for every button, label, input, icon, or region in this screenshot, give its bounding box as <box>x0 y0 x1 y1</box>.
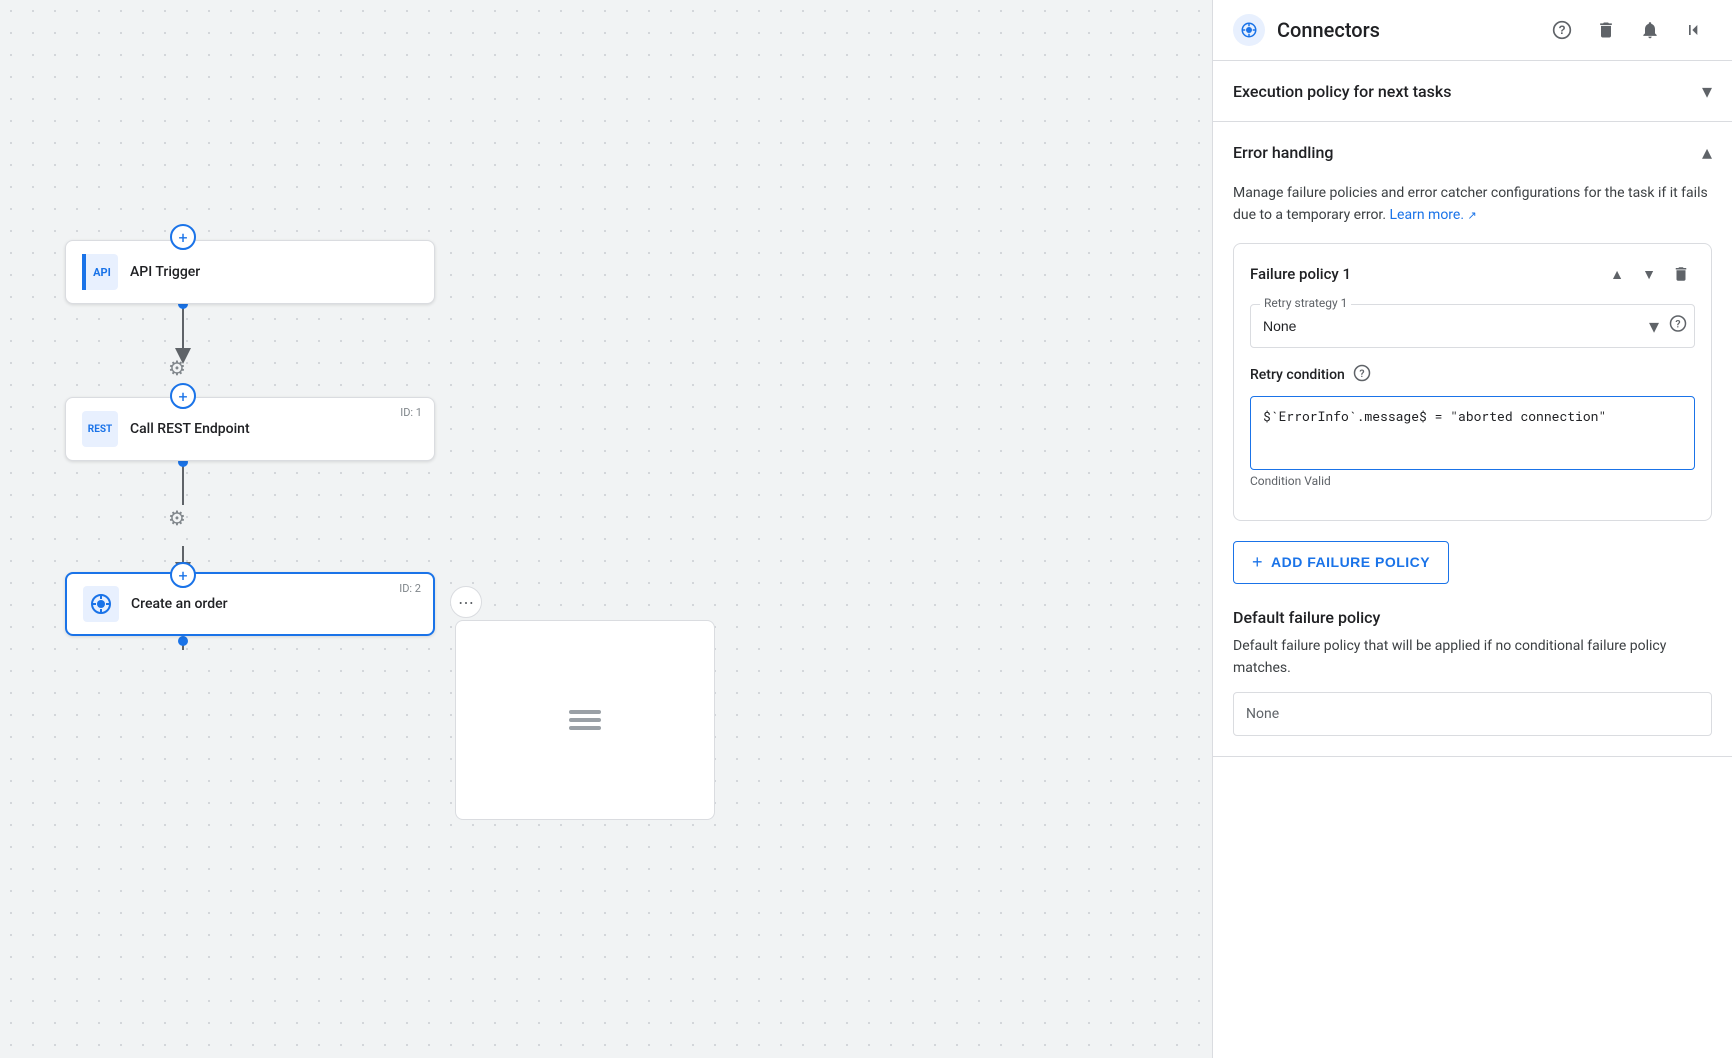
external-link-icon: ↗ <box>1468 209 1477 222</box>
connector-icon <box>83 586 119 622</box>
delete-btn[interactable] <box>1588 12 1624 48</box>
default-failure-policy: Default failure policy Default failure p… <box>1233 608 1712 736</box>
policy-controls: ▲ ▼ <box>1603 260 1695 288</box>
add-failure-policy-btn[interactable]: + ADD FAILURE POLICY <box>1233 541 1449 584</box>
policy-down-btn[interactable]: ▼ <box>1635 260 1663 288</box>
retry-condition-header: Retry condition ? <box>1250 364 1695 386</box>
add-failure-btn-label: ADD FAILURE POLICY <box>1271 554 1430 570</box>
retry-strategy-select[interactable]: None <box>1250 304 1695 348</box>
retry-strategy-label: Retry strategy 1 <box>1260 296 1351 310</box>
panel-header-actions: ? <box>1544 12 1712 48</box>
default-policy-title: Default failure policy <box>1233 608 1712 627</box>
more-options-btn[interactable]: ⋯ <box>450 586 482 618</box>
retry-strategy-field: Retry strategy 1 None ▾ ? <box>1250 304 1695 348</box>
create-order-node[interactable]: Create an order ID: 2 <box>65 572 435 636</box>
svg-text:?: ? <box>1558 24 1565 37</box>
default-policy-desc: Default failure policy that will be appl… <box>1233 635 1712 680</box>
gear-icon-2[interactable]: ⚙ <box>168 506 186 530</box>
condition-textarea[interactable] <box>1263 407 1682 455</box>
create-order-label: Create an order <box>131 596 228 612</box>
collapse-btn[interactable] <box>1676 12 1712 48</box>
rest-icon: REST <box>82 411 118 447</box>
api-trigger-label: API Trigger <box>130 264 200 280</box>
learn-more-link[interactable]: Learn more. <box>1390 207 1465 223</box>
rest-node[interactable]: REST Call REST Endpoint ID: 1 <box>65 397 435 461</box>
retry-condition-label: Retry condition <box>1250 367 1345 383</box>
retry-condition-help-icon[interactable]: ? <box>1353 364 1371 386</box>
panel-header: Connectors ? <box>1213 0 1732 61</box>
default-policy-dropdown[interactable]: None <box>1233 692 1712 736</box>
failure-policy-1-header: Failure policy 1 ▲ ▼ <box>1250 260 1695 288</box>
workflow-canvas[interactable]: + API API Trigger ⚙ + REST Call REST End… <box>0 0 1212 1058</box>
condition-valid-status: Condition Valid <box>1250 474 1695 488</box>
create-order-node-id: ID: 2 <box>399 582 421 595</box>
execution-policy-header[interactable]: Execution policy for next tasks ▾ <box>1213 61 1732 121</box>
failure-policy-1-box: Failure policy 1 ▲ ▼ Retry strategy 1 No… <box>1233 243 1712 521</box>
panel-connector-icon <box>1233 14 1265 46</box>
failure-policy-1-title: Failure policy 1 <box>1250 265 1603 283</box>
rest-label: Call REST Endpoint <box>130 421 250 437</box>
bell-btn[interactable] <box>1632 12 1668 48</box>
execution-policy-title: Execution policy for next tasks <box>1233 82 1702 101</box>
add-node-btn-2[interactable]: + <box>170 562 196 588</box>
right-panel: Connectors ? Execution policy for next t… <box>1212 0 1732 1058</box>
svg-text:?: ? <box>1359 367 1364 380</box>
help-btn[interactable]: ? <box>1544 12 1580 48</box>
error-handling-section: Error handling ▴ Manage failure policies… <box>1213 122 1732 757</box>
panel-title: Connectors <box>1277 18 1532 42</box>
condition-textarea-wrapper <box>1250 396 1695 470</box>
api-trigger-node[interactable]: API API Trigger <box>65 240 435 304</box>
rest-node-id: ID: 1 <box>400 406 422 419</box>
add-node-btn-top[interactable]: + <box>170 224 196 250</box>
error-handling-title: Error handling <box>1233 143 1702 162</box>
policy-up-btn[interactable]: ▲ <box>1603 260 1631 288</box>
error-chevron-icon: ▴ <box>1702 140 1712 164</box>
svg-text:?: ? <box>1675 317 1680 330</box>
retry-strategy-help-icon[interactable]: ? <box>1669 314 1687 337</box>
bottom-card <box>455 620 715 820</box>
execution-chevron-icon: ▾ <box>1702 79 1712 103</box>
error-description: Manage failure policies and error catche… <box>1233 182 1712 227</box>
gear-icon-1[interactable]: ⚙ <box>168 356 186 380</box>
error-handling-content: Manage failure policies and error catche… <box>1213 182 1732 756</box>
default-policy-placeholder: None <box>1246 706 1279 722</box>
execution-policy-section: Execution policy for next tasks ▾ <box>1213 61 1732 122</box>
api-icon: API <box>82 254 118 290</box>
menu-icon <box>569 710 601 730</box>
error-handling-header[interactable]: Error handling ▴ <box>1213 122 1732 182</box>
policy-delete-btn[interactable] <box>1667 260 1695 288</box>
add-node-btn-1[interactable]: + <box>170 383 196 409</box>
add-icon: + <box>1252 552 1263 573</box>
